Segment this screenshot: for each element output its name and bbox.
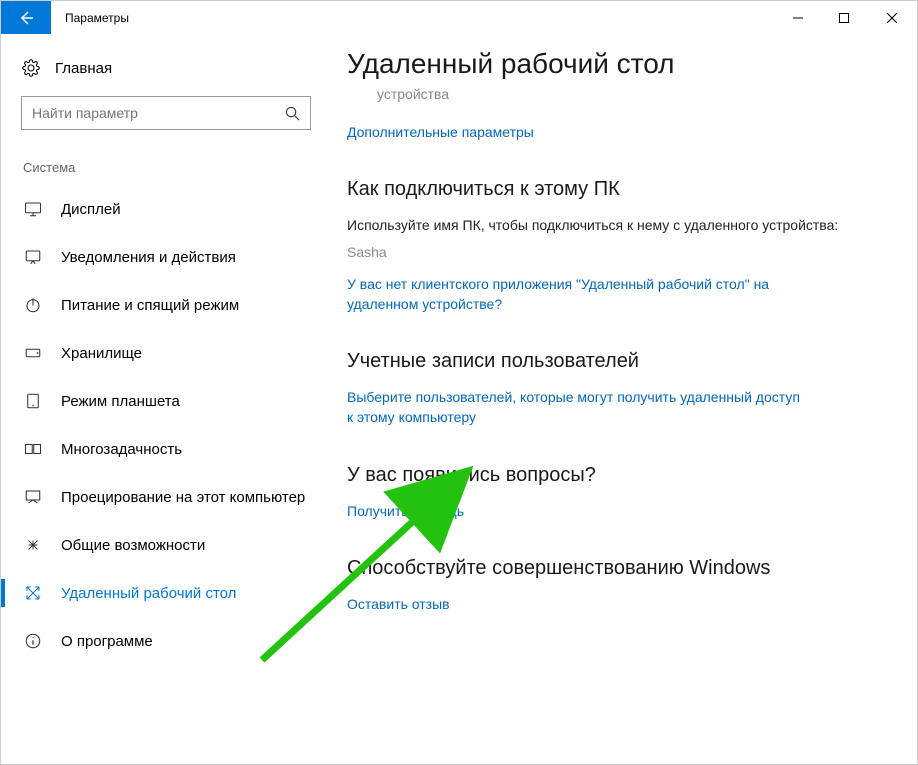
advanced-settings-link[interactable]: Дополнительные параметры (347, 122, 877, 142)
display-icon (23, 199, 43, 219)
home-label: Главная (55, 60, 112, 77)
user-accounts-heading: Учетные записи пользователей (347, 350, 877, 373)
nav-label: Дисплей (61, 201, 121, 218)
titlebar: Параметры (1, 1, 917, 34)
minimize-icon (793, 13, 803, 23)
remote-desktop-icon (23, 583, 43, 603)
search-input[interactable] (32, 105, 284, 121)
settings-window: Параметры Главная (0, 0, 918, 765)
nav-label: О программе (61, 633, 153, 650)
maximize-icon (839, 13, 849, 23)
nav-item-projecting[interactable]: Проецирование на этот компьютер (21, 473, 321, 521)
how-connect-text: Используйте имя ПК, чтобы подключиться к… (347, 215, 877, 235)
nav-label: Уведомления и действия (61, 249, 236, 266)
info-icon (23, 631, 43, 651)
questions-heading: У вас появились вопросы? (347, 464, 877, 487)
no-client-link[interactable]: У вас нет клиентского приложения "Удален… (347, 274, 807, 315)
select-users-link[interactable]: Выберите пользователей, которые могут по… (347, 387, 807, 428)
search-icon (284, 105, 300, 121)
maximize-button[interactable] (821, 1, 867, 34)
nav-label: Питание и спящий режим (61, 297, 239, 314)
notifications-icon (23, 247, 43, 267)
nav-label: Многозадачность (61, 441, 182, 458)
nav-label: Режим планшета (61, 393, 180, 410)
storage-icon (23, 343, 43, 363)
search-box[interactable] (21, 96, 311, 130)
nav-item-tablet[interactable]: Режим планшета (21, 377, 321, 425)
nav-item-power[interactable]: Питание и спящий режим (21, 281, 321, 329)
nav-item-display[interactable]: Дисплей (21, 185, 321, 233)
content-area: Удаленный рабочий стол устройства Дополн… (327, 34, 917, 764)
nav-list: Дисплей Уведомления и действия Питание и… (21, 185, 321, 665)
pc-name-value: Sasha (347, 244, 877, 260)
device-subtext: устройства (377, 86, 877, 102)
nav-item-remote-desktop[interactable]: Удаленный рабочий стол (21, 569, 321, 617)
nav-item-notifications[interactable]: Уведомления и действия (21, 233, 321, 281)
improve-heading: Способствуйте совершенствованию Windows (347, 557, 877, 580)
how-connect-heading: Как подключиться к этому ПК (347, 178, 877, 201)
window-title: Параметры (51, 1, 129, 34)
tablet-icon (23, 391, 43, 411)
nav-label: Удаленный рабочий стол (61, 585, 236, 602)
nav-label: Общие возможности (61, 537, 205, 554)
nav-item-shared[interactable]: Общие возможности (21, 521, 321, 569)
close-icon (887, 13, 897, 23)
minimize-button[interactable] (775, 1, 821, 34)
nav-item-storage[interactable]: Хранилище (21, 329, 321, 377)
nav-item-multitasking[interactable]: Многозадачность (21, 425, 321, 473)
projecting-icon (23, 487, 43, 507)
get-help-link[interactable]: Получить помощь (347, 501, 877, 521)
window-controls (775, 1, 917, 34)
power-icon (23, 295, 43, 315)
nav-label: Хранилище (61, 345, 142, 362)
gear-icon (21, 58, 41, 78)
sidebar: Главная Система Дисплей Уведомления и де… (1, 34, 327, 764)
category-header: Система (21, 160, 321, 175)
page-title: Удаленный рабочий стол (347, 48, 877, 80)
nav-label: Проецирование на этот компьютер (61, 489, 305, 506)
back-button[interactable] (1, 1, 51, 34)
sidebar-home[interactable]: Главная (21, 52, 321, 96)
multitasking-icon (23, 439, 43, 459)
arrow-left-icon (18, 10, 34, 26)
feedback-link[interactable]: Оставить отзыв (347, 594, 877, 614)
shared-icon (23, 535, 43, 555)
close-button[interactable] (867, 1, 917, 34)
nav-item-about[interactable]: О программе (21, 617, 321, 665)
